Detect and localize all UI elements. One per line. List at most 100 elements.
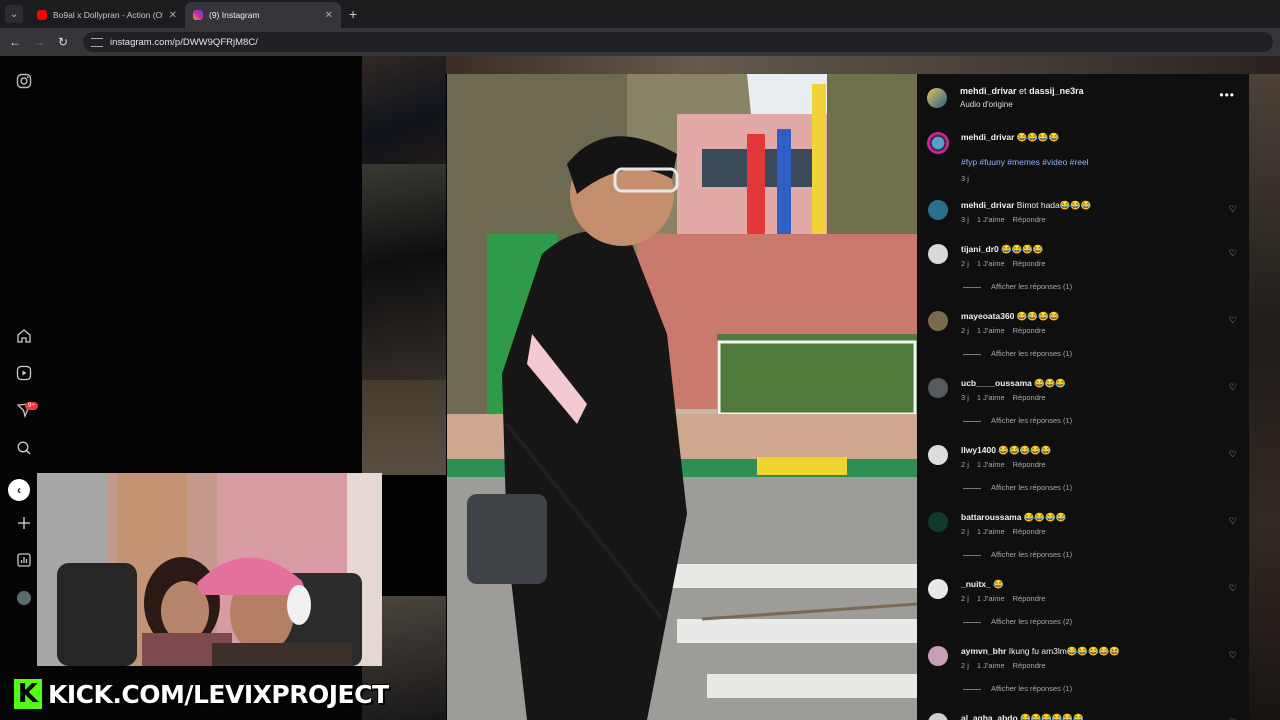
kick-logo-icon: K	[14, 679, 42, 709]
view-replies-link[interactable]: Afficher les réponses (1)	[963, 684, 1072, 693]
tab-instagram[interactable]: (9) Instagram ✕	[185, 2, 341, 28]
comment-age: 2 j	[961, 527, 969, 536]
comment-avatar[interactable]	[928, 445, 948, 465]
like-heart-icon[interactable]: ♡	[1229, 650, 1237, 661]
site-info-icon[interactable]	[91, 37, 103, 47]
reply-button[interactable]: Répondre	[1013, 661, 1046, 670]
reply-button[interactable]: Répondre	[1013, 527, 1046, 536]
comment-likes[interactable]: 1 J'aime	[977, 594, 1005, 603]
like-heart-icon[interactable]: ♡	[1229, 382, 1237, 393]
caption-username[interactable]: mehdi_drivar	[961, 132, 1014, 142]
comment-text: 😂	[993, 579, 1004, 589]
forward-arrow-icon[interactable]: →	[27, 35, 51, 49]
comment-line: _nuitx_ 😂	[961, 579, 1004, 590]
like-heart-icon[interactable]: ♡	[1229, 583, 1237, 594]
create-icon[interactable]	[15, 515, 33, 533]
like-heart-icon[interactable]: ♡	[1229, 449, 1237, 460]
like-heart-icon[interactable]: ♡	[1229, 516, 1237, 527]
reels-icon[interactable]	[15, 365, 33, 383]
comment-username[interactable]: _nuitx_	[961, 579, 991, 589]
like-heart-icon[interactable]: ♡	[1229, 315, 1237, 326]
comment-username[interactable]: llwy1400	[961, 445, 996, 455]
comment-username[interactable]: mehdi_drivar	[961, 200, 1014, 210]
dashboard-icon[interactable]	[15, 552, 33, 570]
comment-username[interactable]: battaroussama	[961, 512, 1021, 522]
new-tab-icon[interactable]: +	[349, 6, 357, 22]
comment-avatar[interactable]	[928, 378, 948, 398]
more-options-icon[interactable]: •••	[1219, 88, 1235, 102]
comment-age: 3 j	[961, 215, 969, 224]
comment-username[interactable]: ucb____oussama	[961, 378, 1032, 388]
comment-text: 😂😂😂😂	[1001, 244, 1044, 254]
profile-icon[interactable]	[15, 589, 33, 607]
caption-hashtags[interactable]: #fyp #fuuny #memes #video #reel	[961, 157, 1089, 167]
comment-line: mayeoata360 😂😂😂😂	[961, 311, 1059, 322]
comment-likes[interactable]: 1 J'aime	[977, 326, 1005, 335]
comment-avatar[interactable]	[928, 713, 948, 720]
comment-avatar[interactable]	[928, 512, 948, 532]
back-arrow-icon[interactable]: ←	[3, 35, 27, 49]
comment-line: tijani_dr0 😂😂😂😂	[961, 244, 1044, 255]
comment-likes[interactable]: 1 J'aime	[977, 661, 1005, 670]
page-content: 9+ ‹ mehdi_drivar et dassij_ne3ra Audio …	[0, 56, 1280, 720]
comment-username[interactable]: al_agha_abdo	[961, 713, 1018, 720]
reel-video[interactable]	[447, 74, 917, 720]
comment-text: 😂😂😂😂	[1023, 512, 1067, 522]
post-header: mehdi_drivar et dassij_ne3ra Audio d'ori…	[917, 74, 1249, 116]
reply-button[interactable]: Répondre	[1013, 259, 1046, 268]
comment-meta: 2 j 1 J'aime Répondre	[961, 326, 1054, 335]
like-heart-icon[interactable]: ♡	[1229, 248, 1237, 259]
comment-text: Ikung fu am3lm😂😂😂😂😆	[1008, 646, 1120, 656]
author-username-1[interactable]: mehdi_drivar	[960, 86, 1017, 96]
webcam-frame	[37, 473, 382, 666]
view-replies-link[interactable]: Afficher les réponses (1)	[963, 349, 1072, 358]
tab-youtube[interactable]: Bo9al x Dollypran - Action (Offi ✕	[29, 2, 185, 28]
view-replies-link[interactable]: Afficher les réponses (1)	[963, 416, 1072, 425]
tab-close-icon[interactable]: ✕	[169, 10, 177, 21]
comment-meta: 2 j 1 J'aime Répondre	[961, 527, 1054, 536]
comment-likes[interactable]: 1 J'aime	[977, 393, 1005, 402]
tab-title: (9) Instagram	[209, 10, 260, 20]
comment-username[interactable]: mayeoata360	[961, 311, 1014, 321]
tab-bar: ⌄ Bo9al x Dollypran - Action (Offi ✕ (9)…	[0, 0, 1280, 28]
address-bar[interactable]: instagram.com/p/DWW9QFRjM8C/	[83, 32, 1273, 52]
view-replies-link[interactable]: Afficher les réponses (1)	[963, 550, 1072, 559]
comment-avatar[interactable]	[928, 579, 948, 599]
comment-likes[interactable]: 1 J'aime	[977, 215, 1005, 224]
search-icon[interactable]	[15, 440, 33, 458]
comment-age: 2 j	[961, 460, 969, 469]
comment-username[interactable]: tijani_dr0	[961, 244, 999, 254]
home-icon[interactable]	[15, 328, 33, 346]
reply-button[interactable]: Répondre	[1013, 460, 1046, 469]
reload-icon[interactable]: ↻	[51, 35, 75, 49]
comment-avatar[interactable]	[928, 646, 948, 666]
comment-likes[interactable]: 1 J'aime	[977, 460, 1005, 469]
reply-button[interactable]: Répondre	[1013, 393, 1046, 402]
tab-close-icon[interactable]: ✕	[325, 10, 333, 21]
view-replies-link[interactable]: Afficher les réponses (1)	[963, 282, 1072, 291]
comment-username[interactable]: aymvn_bhr	[961, 646, 1006, 656]
like-heart-icon[interactable]: ♡	[1229, 204, 1237, 215]
reply-button[interactable]: Répondre	[1013, 326, 1046, 335]
comment-avatar[interactable]	[928, 311, 948, 331]
author-avatar[interactable]	[927, 88, 947, 108]
comment-likes[interactable]: 1 J'aime	[977, 259, 1005, 268]
caption-avatar[interactable]	[927, 132, 949, 154]
previous-post-chevron-icon[interactable]: ‹	[8, 479, 30, 501]
tab-search-chevron-icon[interactable]: ⌄	[5, 5, 23, 23]
instagram-icon[interactable]	[15, 73, 33, 91]
audio-label[interactable]: Audio d'origine	[960, 100, 1013, 109]
view-replies-link[interactable]: Afficher les réponses (1)	[963, 483, 1072, 492]
kick-banner: K KICK.COM/LEVIXPROJECT	[14, 677, 389, 711]
comment-avatar[interactable]	[928, 200, 948, 220]
author-username-2[interactable]: dassij_ne3ra	[1029, 86, 1084, 96]
comment-text: 😂😂😂😂😂	[998, 445, 1052, 455]
comment-likes[interactable]: 1 J'aime	[977, 527, 1005, 536]
reply-button[interactable]: Répondre	[1013, 215, 1046, 224]
browser-toolbar: ← → ↻ instagram.com/p/DWW9QFRjM8C/	[0, 28, 1280, 56]
comment-text: Bimot hada😂😂😂	[1016, 200, 1092, 210]
comment-meta: 2 j 1 J'aime Répondre	[961, 259, 1054, 268]
view-replies-link[interactable]: Afficher les réponses (2)	[963, 617, 1072, 626]
reply-button[interactable]: Répondre	[1013, 594, 1046, 603]
comment-avatar[interactable]	[928, 244, 948, 264]
